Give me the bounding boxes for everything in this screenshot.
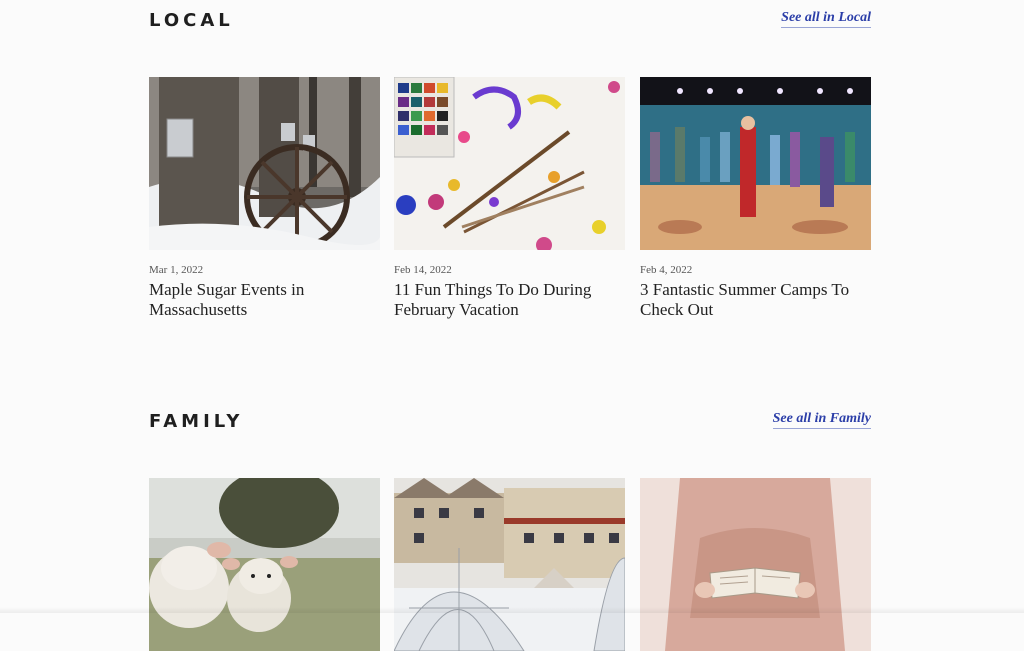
article-card-maple-sugar[interactable]: Mar 1, 2022 Maple Sugar Events in Massac…: [149, 77, 380, 320]
article-date: Feb 14, 2022: [394, 264, 452, 276]
article-date: Mar 1, 2022: [149, 264, 204, 276]
local-section-title: LOCAL: [149, 10, 234, 31]
article-title[interactable]: 11 Fun Things To Do During February Vaca…: [394, 280, 625, 320]
article-card-snowy-inn[interactable]: [394, 478, 625, 651]
page-bottom-fade: [0, 607, 1024, 613]
maple-sap-buckets-image[interactable]: [149, 77, 380, 250]
snowy-inn-domes-image[interactable]: [394, 478, 625, 651]
article-title[interactable]: 3 Fantastic Summer Camps To Check Out: [640, 280, 871, 320]
article-card-summer-camps[interactable]: Feb 4, 2022 3 Fantastic Summer Camps To …: [640, 77, 871, 320]
family-section-title: FAMILY: [149, 411, 244, 432]
lambs-in-field-image[interactable]: [149, 478, 380, 651]
article-card-february-vacation[interactable]: Feb 14, 2022 11 Fun Things To Do During …: [394, 77, 625, 320]
kids-theater-stage-image[interactable]: [640, 77, 871, 250]
see-all-local-link[interactable]: See all in Local: [781, 10, 871, 28]
watercolor-paints-image[interactable]: [394, 77, 625, 250]
family-section-header: FAMILY See all in Family: [149, 411, 871, 441]
article-title[interactable]: Maple Sugar Events in Massachusetts: [149, 280, 380, 320]
child-reading-image[interactable]: [640, 478, 871, 651]
article-card-child-reading[interactable]: [640, 478, 871, 651]
article-date: Feb 4, 2022: [640, 264, 693, 276]
see-all-family-link[interactable]: See all in Family: [772, 411, 871, 429]
article-card-lambs[interactable]: [149, 478, 380, 651]
local-section-header: LOCAL See all in Local: [149, 10, 871, 40]
